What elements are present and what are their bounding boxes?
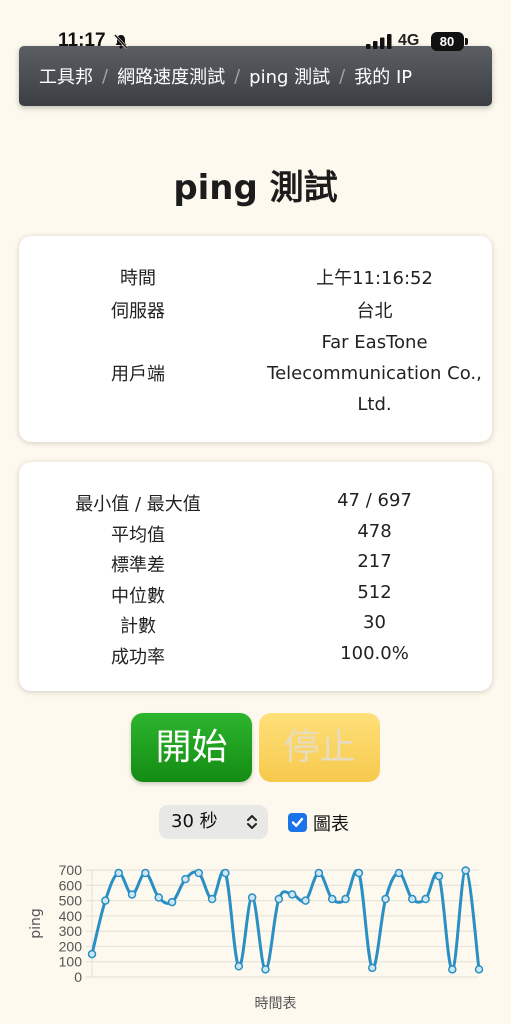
success-value: 100.0%: [340, 643, 409, 664]
breadcrumb-separator: /: [339, 65, 346, 87]
avg-value: 478: [357, 521, 392, 542]
status-time: 11:17: [58, 30, 106, 51]
data-point: [154, 893, 163, 902]
count-value: 30: [363, 612, 386, 633]
data-point: [194, 868, 204, 878]
data-point: [341, 894, 350, 904]
stop-button[interactable]: 停止: [259, 713, 380, 782]
data-point: [474, 965, 484, 974]
data-point: [301, 896, 310, 905]
data-point: [408, 894, 417, 904]
breadcrumb-tools-home[interactable]: 工具邦: [39, 63, 93, 89]
checkmark-icon: [291, 817, 304, 828]
data-point: [127, 890, 137, 899]
info-card: 時間 上午11:16:52 伺服器 台北 用戶端 Far EasTone Tel…: [19, 236, 492, 442]
breadcrumb-my-ip[interactable]: 我的 IP: [354, 63, 412, 89]
data-point: [114, 868, 123, 878]
y-tick-label: 200: [59, 938, 83, 954]
breadcrumb-ping-test[interactable]: ping 測試: [249, 63, 330, 89]
battery-level: 80: [439, 34, 455, 49]
breadcrumb-separator: /: [234, 65, 241, 87]
client-value-line: Ltd.: [357, 394, 392, 415]
data-point: [247, 893, 257, 902]
data-point: [434, 871, 444, 881]
data-point: [367, 963, 377, 973]
data-point: [287, 890, 297, 899]
bell-muted-icon: [114, 34, 128, 49]
data-point: [261, 965, 270, 974]
data-point: [221, 868, 230, 878]
median-label: 中位數: [111, 586, 165, 607]
duration-selected-value: 30 秒: [171, 811, 218, 832]
breadcrumb-speed-test[interactable]: 網路速度測試: [117, 63, 225, 89]
y-tick-label: 500: [59, 893, 83, 909]
server-label: 伺服器: [111, 301, 165, 322]
data-point: [327, 894, 337, 904]
server-value: 台北: [356, 301, 393, 322]
data-point: [381, 894, 390, 904]
x-axis-label: 時間表: [255, 996, 297, 1012]
avg-label: 平均值: [111, 525, 165, 546]
breadcrumb: 工具邦 / 網路速度測試 / ping 測試 / 我的 IP: [19, 46, 492, 106]
std-label: 標準差: [111, 555, 165, 576]
data-point: [141, 868, 150, 878]
status-bar: 11:17 4G 80: [0, 0, 511, 51]
chart-toggle-checkbox[interactable]: [288, 813, 307, 832]
median-value: 512: [357, 582, 392, 603]
client-value-line: Far EasTone: [321, 332, 428, 353]
time-label: 時間: [120, 268, 156, 289]
battery-nub: [465, 38, 468, 45]
data-point: [234, 962, 244, 971]
data-point: [354, 868, 364, 878]
network-type: 4G: [398, 32, 420, 49]
client-label: 用戶端: [111, 364, 165, 385]
battery-icon: 80: [431, 32, 464, 51]
data-point: [87, 949, 97, 959]
y-tick-label: 100: [59, 954, 83, 970]
time-value: 上午11:16:52: [316, 268, 433, 289]
start-button[interactable]: 開始: [131, 713, 252, 782]
data-point: [207, 894, 217, 904]
data-point: [421, 894, 430, 904]
duration-select[interactable]: 30 秒: [159, 805, 268, 839]
data-point: [461, 866, 470, 875]
data-point: [274, 894, 284, 904]
page-title: ping 測試: [173, 168, 338, 208]
success-label: 成功率: [111, 647, 165, 668]
minmax-value: 47 / 697: [337, 490, 412, 511]
y-tick-label: 300: [59, 923, 83, 939]
client-value-line: Telecommunication Co.,: [267, 363, 482, 384]
chart-toggle-label[interactable]: 圖表: [313, 810, 349, 836]
chevron-up-down-icon: [247, 815, 257, 829]
data-point: [314, 868, 324, 878]
data-point: [167, 897, 177, 907]
data-point: [181, 874, 190, 884]
y-tick-label: 0: [74, 969, 82, 985]
ping-chart: 0100200300400500600700 ping 時間表: [28, 862, 484, 1012]
data-point: [448, 965, 457, 974]
data-point: [101, 896, 110, 905]
y-tick-label: 600: [59, 877, 83, 893]
stats-card: 最小值 / 最大值 47 / 697 平均值 478 標準差 217 中位數 5…: [19, 462, 492, 691]
signal-icon: [366, 34, 392, 49]
data-point: [394, 868, 404, 878]
minmax-label: 最小值 / 最大值: [75, 494, 201, 515]
count-label: 計數: [120, 616, 156, 637]
std-value: 217: [357, 551, 392, 572]
y-tick-label: 700: [59, 862, 83, 878]
y-tick-label: 400: [59, 908, 83, 924]
breadcrumb-separator: /: [102, 65, 109, 87]
y-axis-label: ping: [28, 908, 44, 939]
